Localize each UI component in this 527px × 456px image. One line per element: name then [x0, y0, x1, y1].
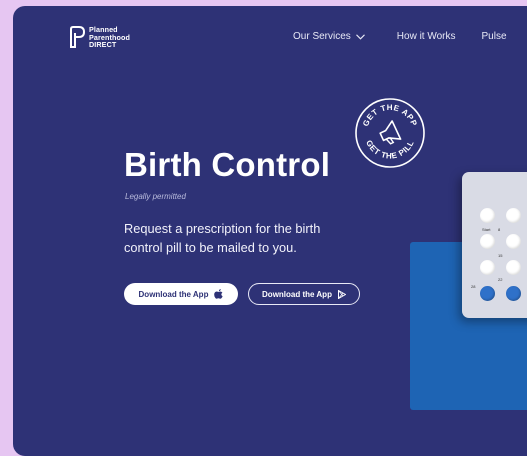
- pack-label-15: 15: [498, 253, 503, 258]
- badge-bottom-text: GET THE PILL: [364, 139, 415, 161]
- nav-how-it-works-label: How it Works: [396, 31, 456, 42]
- pack-label-28: 28: [471, 284, 476, 289]
- download-google-play-button[interactable]: Download the App: [248, 283, 360, 305]
- get-the-app-badge[interactable]: GET THE APP GET THE PILL: [354, 97, 426, 169]
- pill: [506, 208, 521, 223]
- planned-parenthood-logo[interactable]: Planned Parenthood DIRECT: [69, 26, 130, 49]
- logo-line-3: DIRECT: [89, 40, 117, 49]
- pill: [506, 234, 521, 249]
- page-title: Birth Control: [124, 146, 331, 183]
- nav-our-services-label: Our Services: [293, 31, 351, 42]
- nav-how-it-works[interactable]: How it Works: [397, 31, 456, 42]
- svg-text:GET THE PILL: GET THE PILL: [364, 139, 416, 161]
- nav-our-services[interactable]: Our Services: [293, 31, 365, 42]
- pill-placebo: [506, 286, 521, 301]
- hero-section: Planned Parenthood DIRECT Our Services H…: [13, 6, 527, 456]
- main-nav: Our Services How it Works Pulse: [293, 31, 507, 42]
- download-google-play-label: Download the App: [262, 289, 332, 299]
- pack-label-start: Start: [482, 227, 491, 232]
- nav-pulse-label: Pulse: [481, 31, 507, 42]
- nav-pulse[interactable]: Pulse: [482, 31, 507, 42]
- pill: [480, 260, 495, 275]
- logo-mark-icon: [70, 26, 85, 49]
- hero-description: Request a prescription for the birth con…: [124, 221, 321, 255]
- megaphone-icon: [379, 120, 402, 145]
- apple-icon: [214, 289, 224, 299]
- download-app-store-button[interactable]: Download the App: [124, 283, 238, 305]
- pill: [480, 208, 495, 223]
- page-subtitle: Legally permitted: [125, 192, 186, 201]
- pack-label-22: 22: [498, 277, 503, 282]
- pill: [480, 234, 495, 249]
- play-store-icon: [337, 289, 346, 299]
- pack-label-8: 8: [498, 227, 501, 232]
- download-app-store-label: Download the App: [138, 289, 209, 299]
- pill: [506, 260, 521, 275]
- pill-placebo: [480, 286, 495, 301]
- pill-pack-image: Start 8 15 22 28: [462, 172, 527, 318]
- logo-text: Planned Parenthood DIRECT: [89, 26, 130, 49]
- chevron-down-icon: [355, 33, 365, 40]
